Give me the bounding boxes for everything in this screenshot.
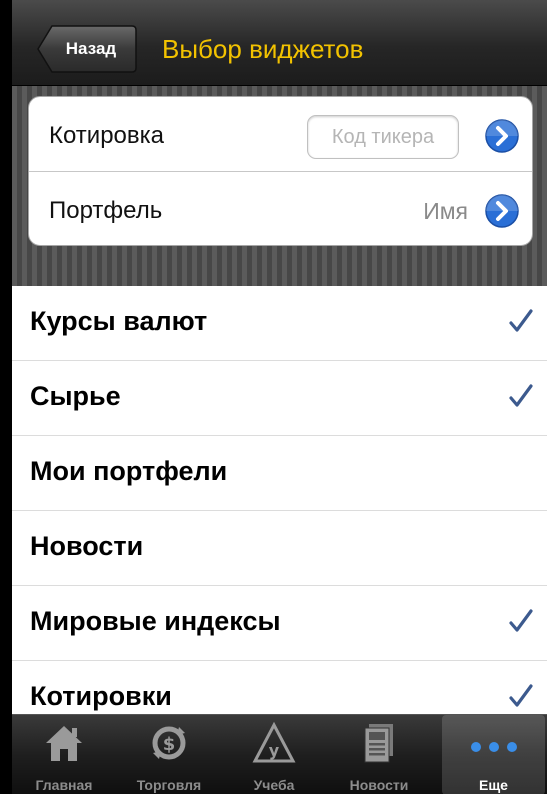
- list-item-label: Сырье: [30, 381, 121, 411]
- portfolio-value: Имя: [423, 198, 468, 224]
- settings-group: Котировка Код тикера Портфель Имя: [28, 96, 533, 246]
- tab-news[interactable]: Новости: [329, 715, 429, 794]
- tab-label: Учеба: [253, 777, 295, 793]
- list-item[interactable]: Мировые индексы: [12, 586, 547, 661]
- home-icon: [46, 726, 82, 761]
- page-title: Выбор виджетов: [162, 34, 364, 64]
- tab-label: Новости: [349, 777, 409, 793]
- news-icon: [364, 724, 393, 763]
- checkmark-icon: [509, 309, 533, 332]
- navigation-bar: Назад Выбор виджетов: [12, 0, 547, 86]
- tab-bar: Главная $ Торговля y Учеба Новости Еще: [12, 714, 547, 794]
- tab-home[interactable]: Главная: [14, 715, 114, 794]
- list-item-label: Мировые индексы: [30, 606, 281, 636]
- more-icon: [470, 742, 517, 752]
- settings-group-area: Котировка Код тикера Портфель Имя: [12, 86, 547, 286]
- checkmark-icon: [509, 384, 533, 407]
- list-item-label: Новости: [30, 531, 144, 561]
- list-item[interactable]: Мои портфели: [12, 436, 547, 511]
- checkmark-icon: [509, 684, 533, 707]
- list-item-label: Курсы валют: [30, 306, 208, 336]
- learning-icon: y: [252, 721, 296, 763]
- list-item-label: Котировки: [30, 681, 172, 711]
- trade-icon: $: [152, 726, 186, 760]
- checkmark-icon: [509, 609, 533, 632]
- disclosure-arrow-icon[interactable]: [484, 118, 520, 154]
- portfolio-row[interactable]: Портфель Имя: [29, 172, 532, 247]
- screen: Назад Выбор виджетов Котировка Код тикер…: [12, 0, 547, 794]
- tab-label: Еще: [479, 777, 508, 793]
- back-button-label: Назад: [65, 39, 117, 58]
- tab-learning[interactable]: y Учеба: [224, 715, 324, 794]
- list-item[interactable]: Котировки: [12, 661, 547, 714]
- back-button[interactable]: Назад: [36, 24, 138, 74]
- ticker-input[interactable]: Код тикера: [307, 115, 459, 159]
- list-item[interactable]: Сырье: [12, 361, 547, 436]
- portfolio-label: Портфель: [49, 197, 163, 224]
- list-item-label: Мои портфели: [30, 456, 228, 486]
- list-item[interactable]: Курсы валют: [12, 286, 547, 361]
- svg-text:$: $: [163, 734, 176, 755]
- tab-trade[interactable]: $ Торговля: [119, 715, 219, 794]
- svg-text:y: y: [269, 741, 280, 760]
- tab-label: Главная: [35, 777, 93, 793]
- quote-row[interactable]: Котировка Код тикера: [29, 97, 532, 172]
- disclosure-arrow-icon[interactable]: [484, 193, 520, 229]
- tab-more[interactable]: Еще: [442, 715, 545, 794]
- widget-list: Курсы валют Сырье Мои портфели Новости М…: [12, 286, 547, 714]
- quote-label: Котировка: [49, 122, 165, 149]
- list-item[interactable]: Новости: [12, 511, 547, 586]
- tab-label: Торговля: [136, 777, 202, 793]
